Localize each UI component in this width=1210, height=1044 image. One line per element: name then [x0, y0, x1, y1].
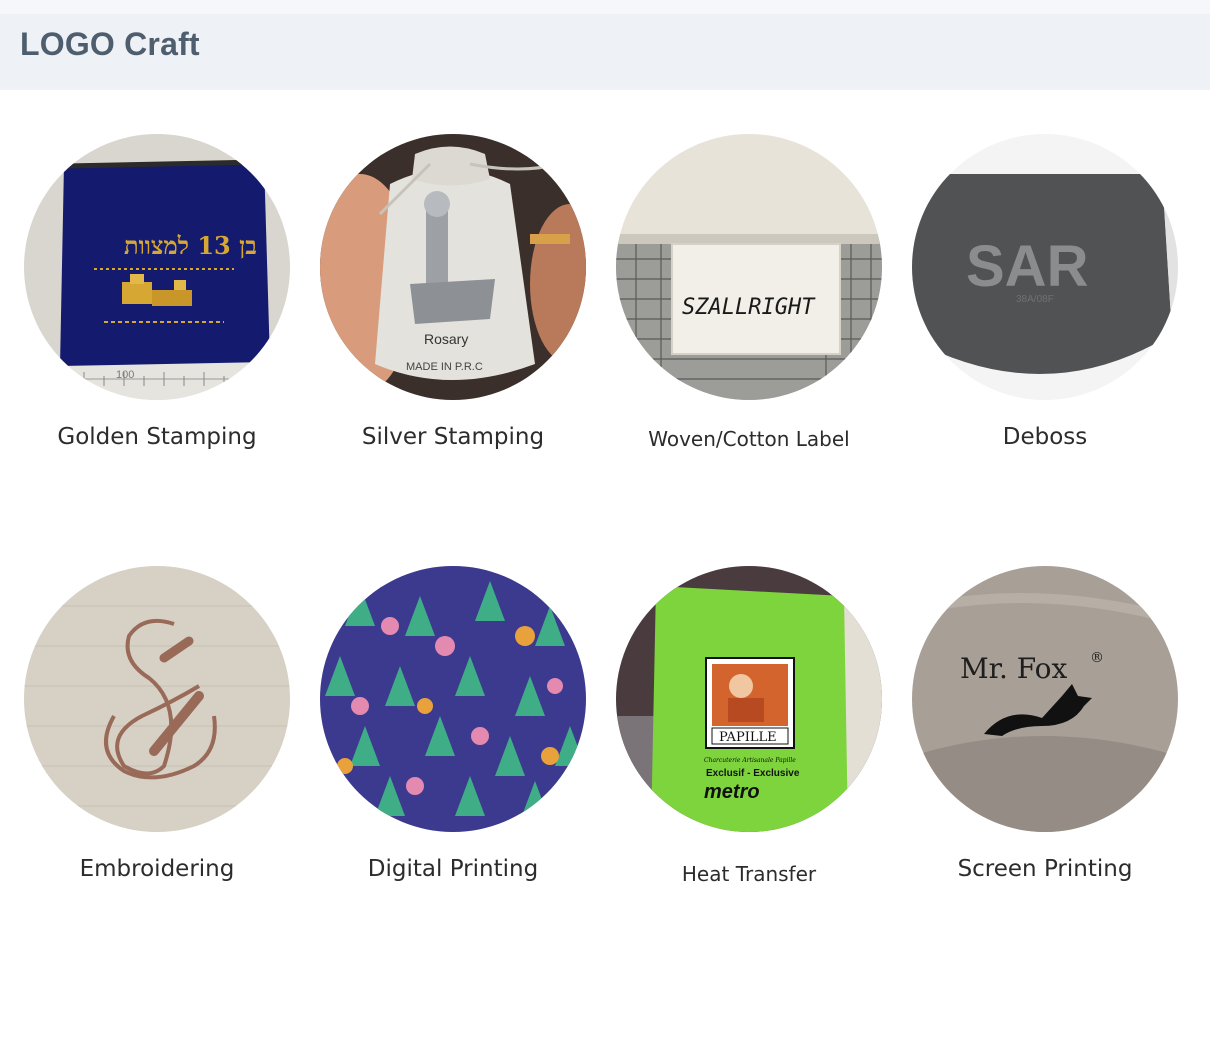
- embroidering-photo: [24, 566, 290, 832]
- gold-print-text: בן 13 למצוות: [124, 231, 257, 260]
- page-header: LOGO Craft: [0, 0, 1210, 90]
- heat-transfer-label: Heat Transfer: [681, 862, 817, 886]
- silver-stamping-photo: Rosary MADE IN P.R.C: [320, 134, 586, 400]
- heat-transfer-brand: PAPILLE: [719, 730, 777, 745]
- deboss-subtext: 38A/08F: [1016, 294, 1054, 305]
- craft-screen-printing[interactable]: Mr. Fox ® Screen Printing: [897, 566, 1193, 926]
- craft-embroidering[interactable]: Embroidering: [9, 566, 305, 926]
- screen-printing-photo: Mr. Fox ®: [912, 566, 1178, 832]
- heat-transfer-subtitle: Charcuterie Artisanale Papille: [704, 757, 796, 764]
- craft-woven-label[interactable]: SZALLRIGHT Woven/Cotton Label: [601, 134, 897, 494]
- golden-stamping-label: Golden Stamping: [57, 424, 257, 450]
- screen-printing-label: Screen Printing: [957, 856, 1133, 882]
- ruler-number: 100: [116, 369, 134, 381]
- craft-deboss[interactable]: SAR 38A/08F Deboss: [897, 134, 1193, 494]
- digital-printing-label: Digital Printing: [367, 856, 539, 882]
- fox-brand-text: Mr. Fox: [960, 652, 1068, 685]
- heat-transfer-photo: PAPILLE Charcuterie Artisanale Papille E…: [616, 566, 882, 832]
- deboss-label: Deboss: [1002, 424, 1088, 450]
- embroidering-label: Embroidering: [79, 856, 235, 882]
- page-title: LOGO Craft: [20, 26, 200, 62]
- silver-stamping-label: Silver Stamping: [361, 424, 545, 450]
- woven-label-photo: SZALLRIGHT: [616, 134, 882, 400]
- golden-stamping-photo: 100 בן 13 למצוות: [24, 134, 290, 400]
- digital-printing-photo: [320, 566, 586, 832]
- heat-transfer-store: metro: [704, 781, 760, 803]
- craft-heat-transfer[interactable]: PAPILLE Charcuterie Artisanale Papille E…: [601, 566, 897, 926]
- heat-transfer-tagline: Exclusif - Exclusive: [706, 768, 800, 779]
- deboss-photo: SAR 38A/08F: [912, 134, 1178, 400]
- woven-label-text: SZALLRIGHT: [682, 295, 816, 320]
- deboss-logo-text: SAR: [966, 234, 1088, 299]
- woven-label-label: Woven/Cotton Label: [648, 427, 850, 451]
- fox-registered-mark: ®: [1090, 650, 1104, 666]
- craft-digital-printing[interactable]: Digital Printing: [305, 566, 601, 926]
- silver-print-title: Rosary: [424, 331, 468, 347]
- silver-print-origin: MADE IN P.R.C: [406, 361, 483, 373]
- craft-golden-stamping[interactable]: 100 בן 13 למצוות Golden Stamping: [9, 134, 305, 494]
- craft-silver-stamping[interactable]: Rosary MADE IN P.R.C Silver Stamping: [305, 134, 601, 494]
